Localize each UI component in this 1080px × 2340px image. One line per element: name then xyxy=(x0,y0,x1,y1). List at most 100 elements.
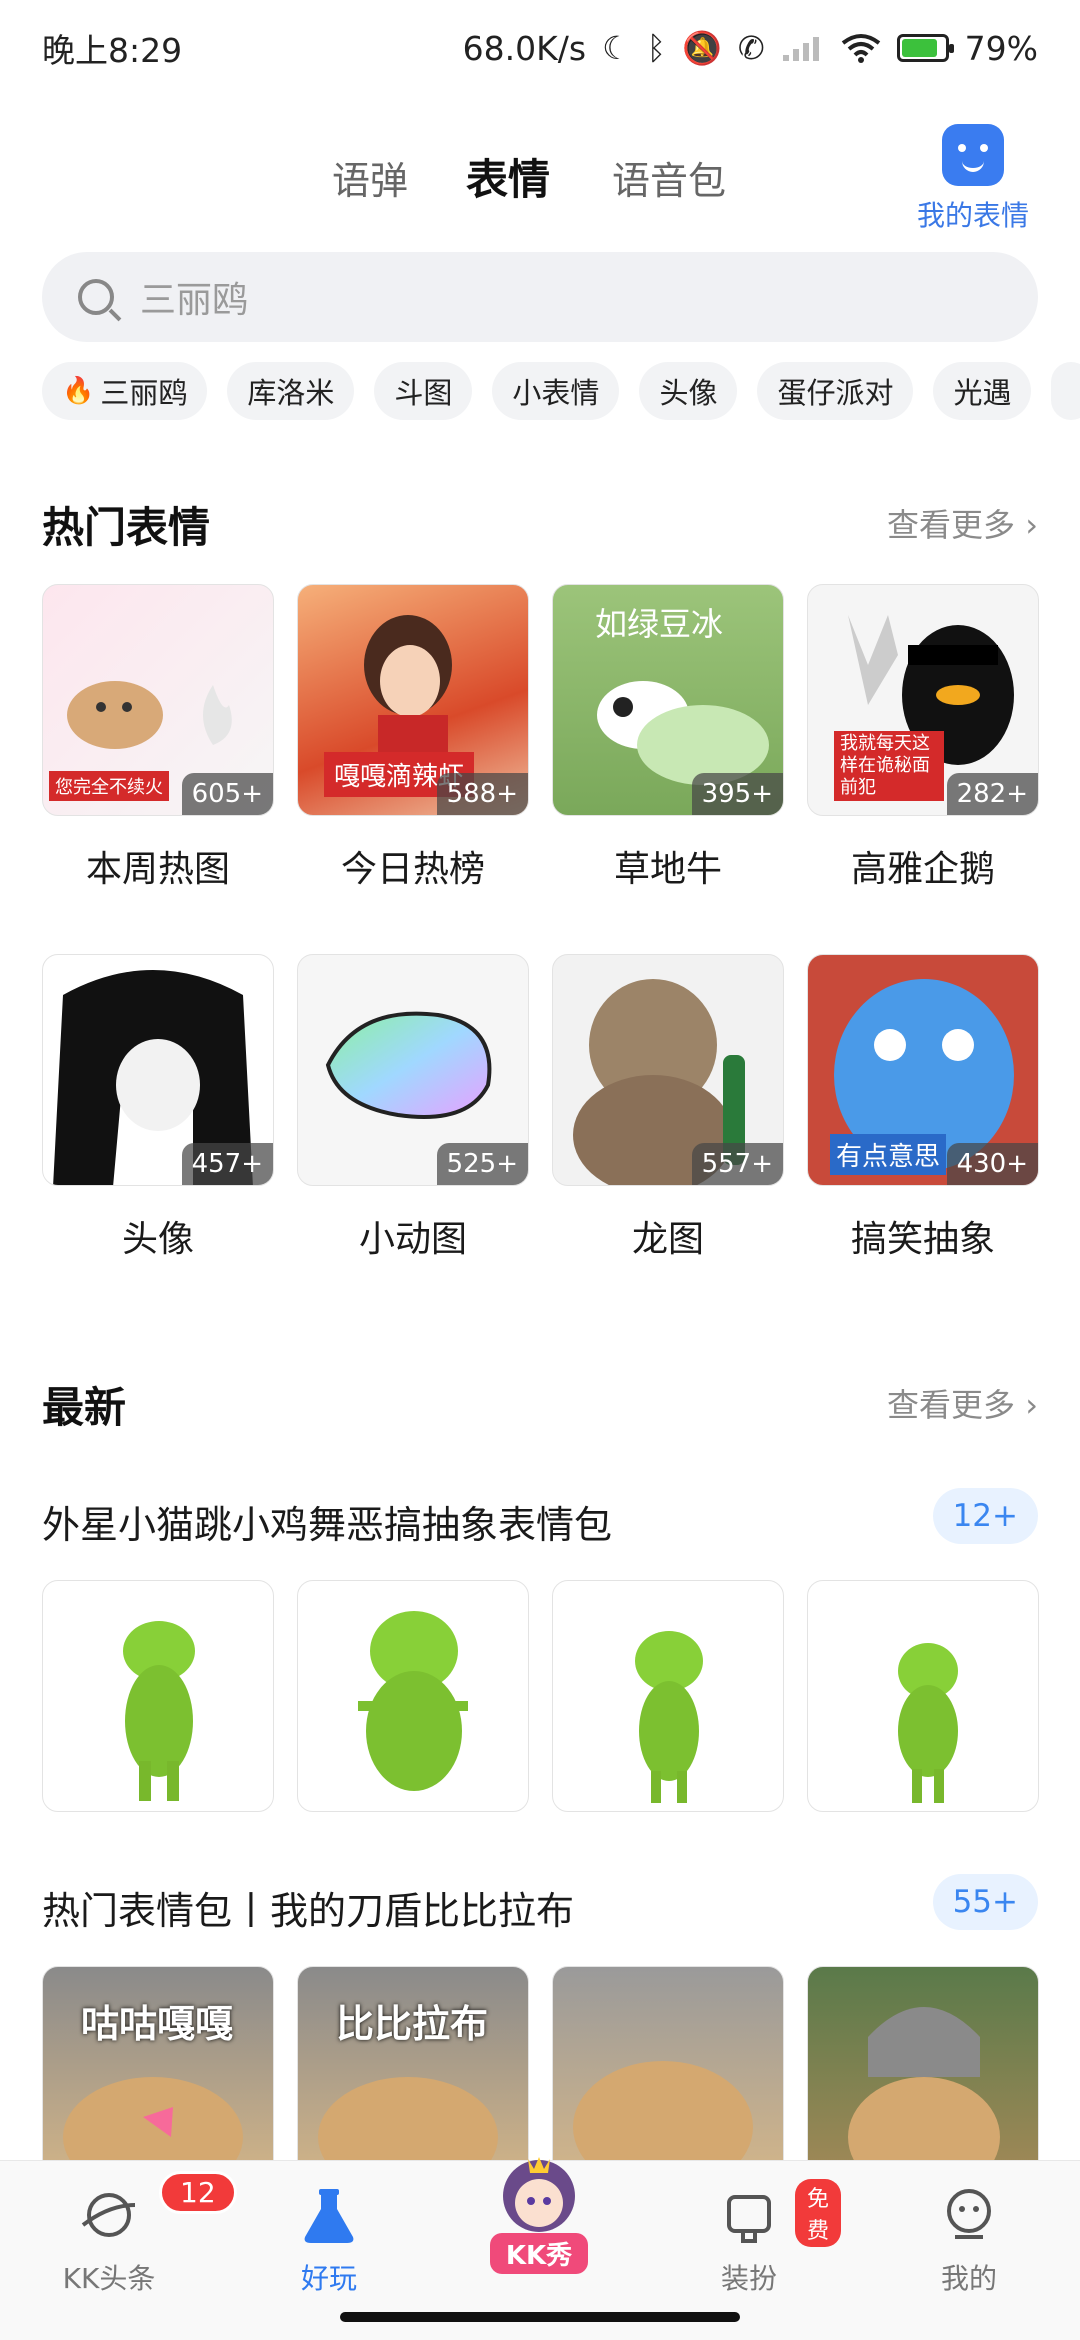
chip-more[interactable] xyxy=(1051,362,1080,420)
bluetooth-icon: ᛒ xyxy=(646,29,666,67)
hot-card-weekly[interactable]: 您完全不续火 605+ 本周热图 xyxy=(42,584,274,892)
planet-icon: 12 xyxy=(79,2171,237,2245)
search-icon xyxy=(78,279,114,315)
card-label: 本周热图 xyxy=(85,849,230,890)
chip-label: 库洛米 xyxy=(247,376,335,410)
thumb-caption: 有点意思 xyxy=(830,1134,947,1175)
nav-label: 装扮 xyxy=(720,2262,777,2295)
search-placeholder: 三丽鸥 xyxy=(140,280,249,321)
smiley-icon xyxy=(942,124,1004,186)
search-input[interactable]: 三丽鸥 xyxy=(42,252,1038,342)
item-count: 557+ xyxy=(691,1143,783,1185)
tab-voice-pack[interactable]: 语音包 xyxy=(612,150,726,205)
status-time: 晚上8:29 xyxy=(42,31,183,70)
unread-badge: 12 xyxy=(159,2171,237,2214)
thumb-caption: 您完全不续火 xyxy=(49,771,169,801)
pack-item[interactable] xyxy=(297,1580,529,1812)
flask-icon xyxy=(299,2185,359,2245)
mute-icon: 🔕 xyxy=(681,29,722,67)
nav-dress-up[interactable]: 免费 装扮 xyxy=(674,2179,842,2297)
free-badge: 免费 xyxy=(795,2179,842,2247)
thumbnail: 525+ xyxy=(297,954,529,1186)
thumb-caption: 我就每天这样在诡秘面前犯 xyxy=(834,731,944,801)
hot-keyword-chips: 🔥 三丽鸥 库洛米 斗图 小表情 头像 蛋仔派对 光遇 xyxy=(42,362,1080,420)
newest-section-title: 最新 xyxy=(42,1383,127,1432)
chip-label: 三丽鸥 xyxy=(100,376,188,410)
hot-card-dragon[interactable]: 557+ 龙图 xyxy=(552,954,784,1262)
card-label: 龙图 xyxy=(631,1219,704,1260)
item-count: 395+ xyxy=(691,773,783,815)
card-label: 今日热榜 xyxy=(340,849,485,890)
pack-count-badge[interactable]: 55+ xyxy=(932,1874,1038,1930)
thumbnail: 557+ xyxy=(552,954,784,1186)
nav-kk-news[interactable]: 12 KK头条 xyxy=(34,2171,237,2297)
chip-eggy-party[interactable]: 蛋仔派对 xyxy=(757,362,914,420)
status-icons: 68.0K/s ☾ ᛒ 🔕 ✆ 79% xyxy=(463,29,1038,68)
card-label: 小动图 xyxy=(358,1219,467,1260)
tab-emoji[interactable]: 表情 xyxy=(466,146,550,213)
status-bar: 晚上8:29 68.0K/s ☾ ᛒ 🔕 ✆ 79% xyxy=(0,0,1080,96)
my-emoji-button[interactable]: 我的表情 xyxy=(908,120,1038,234)
thumbnail xyxy=(297,1580,529,1812)
chip-sky[interactable]: 光遇 xyxy=(933,362,1032,420)
thumbnail: 我就每天这样在诡秘面前犯 282+ xyxy=(807,584,1039,816)
thumbnail: 有点意思 430+ xyxy=(807,954,1039,1186)
hot-card-penguin[interactable]: 我就每天这样在诡秘面前犯 282+ 高雅企鹅 xyxy=(807,584,1039,892)
nav-label: 我的 xyxy=(940,2262,997,2295)
nav-label: 好玩 xyxy=(300,2262,357,2295)
newest-see-more-link[interactable]: 查看更多 › xyxy=(887,1380,1038,1426)
network-speed: 68.0K/s xyxy=(462,28,587,68)
item-count: 457+ xyxy=(181,1143,273,1185)
nav-me[interactable]: 我的 xyxy=(894,2185,1044,2297)
hot-card-grass-cow[interactable]: 如绿豆冰 395+ 草地牛 xyxy=(552,584,784,892)
nav-fun[interactable]: 好玩 xyxy=(254,2185,404,2297)
person-icon xyxy=(939,2185,999,2245)
card-label: 搞笑抽象 xyxy=(850,1219,995,1260)
thumbnail xyxy=(42,1580,274,1812)
hot-card-avatar[interactable]: 457+ 头像 xyxy=(42,954,274,1262)
hot-card-funny[interactable]: 有点意思 430+ 搞笑抽象 xyxy=(807,954,1039,1262)
shirt-icon: 免费 xyxy=(719,2179,842,2247)
card-label: 高雅企鹅 xyxy=(850,849,995,890)
battery-icon xyxy=(896,34,954,62)
pack-item[interactable] xyxy=(807,1580,1039,1812)
pack-count-badge[interactable]: 12+ xyxy=(932,1488,1038,1544)
thumbnail: 嘎嘎滴辣虾 588+ xyxy=(297,584,529,816)
chip-label: 光遇 xyxy=(953,376,1012,410)
wifi-icon xyxy=(841,34,880,63)
chip-small-emoji[interactable]: 小表情 xyxy=(492,362,620,420)
battery-percent: 79% xyxy=(964,28,1038,68)
item-count: 282+ xyxy=(946,773,1038,815)
pack-item[interactable] xyxy=(42,1580,274,1812)
hot-card-gif[interactable]: 525+ 小动图 xyxy=(297,954,529,1262)
chip-label: 蛋仔派对 xyxy=(777,376,894,410)
flame-icon: 🔥 xyxy=(62,376,95,406)
chip-label: 斗图 xyxy=(394,376,453,410)
chip-kuromi[interactable]: 库洛米 xyxy=(227,362,355,420)
nav-label: KK头条 xyxy=(62,2262,156,2295)
hot-see-more-link[interactable]: 查看更多 › xyxy=(887,500,1038,546)
chip-label: 头像 xyxy=(659,376,718,410)
chip-avatar[interactable]: 头像 xyxy=(639,362,738,420)
avatar-icon xyxy=(494,2151,584,2241)
card-label: 头像 xyxy=(121,1219,194,1260)
moon-icon: ☾ xyxy=(602,29,631,67)
pack-title[interactable]: 热门表情包丨我的刀盾比比拉布 xyxy=(42,1880,574,1935)
chip-sanrio[interactable]: 🔥 三丽鸥 xyxy=(42,362,208,420)
nav-kk-show[interactable]: KK秀 xyxy=(464,2151,614,2274)
item-count: 430+ xyxy=(946,1143,1038,1185)
signal-icon xyxy=(782,37,819,61)
thumbnail: 您完全不续火 605+ xyxy=(42,584,274,816)
pack-item[interactable] xyxy=(552,1580,784,1812)
tab-danmaku[interactable]: 语弹 xyxy=(332,150,408,205)
hot-section-title: 热门表情 xyxy=(42,503,211,552)
pack-title[interactable]: 外星小猫跳小鸡舞恶搞抽象表情包 xyxy=(42,1494,612,1549)
chip-label: 小表情 xyxy=(512,376,600,410)
thumbnail: 如绿豆冰 395+ xyxy=(552,584,784,816)
chip-doutu[interactable]: 斗图 xyxy=(374,362,473,420)
hot-card-daily[interactable]: 嘎嘎滴辣虾 588+ 今日热榜 xyxy=(297,584,529,892)
item-count: 525+ xyxy=(436,1143,528,1185)
home-indicator[interactable] xyxy=(340,2312,740,2322)
thumbnail xyxy=(807,1580,1039,1812)
call-icon: ✆ xyxy=(737,29,765,67)
